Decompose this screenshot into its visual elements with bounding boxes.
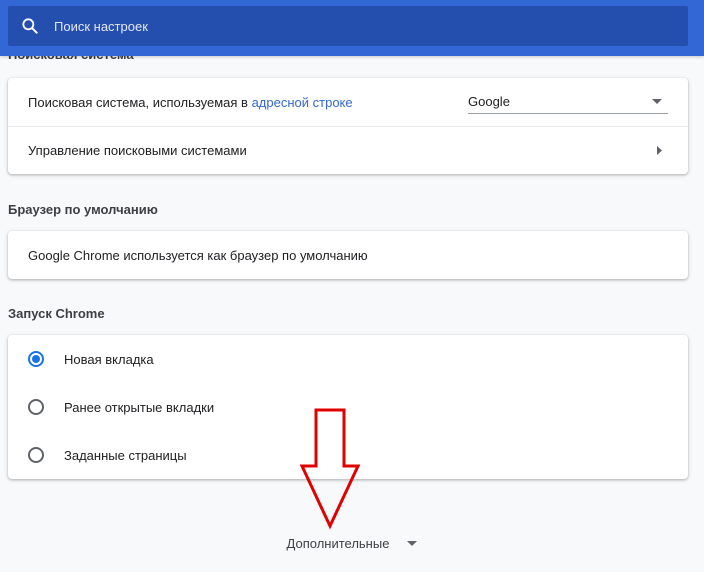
manage-search-engines-label: Управление поисковыми системами [28, 143, 247, 158]
startup-option-label: Заданные страницы [64, 447, 187, 463]
manage-search-engines-row[interactable]: Управление поисковыми системами [8, 126, 688, 174]
settings-header [0, 0, 704, 56]
search-box[interactable] [8, 6, 688, 46]
advanced-settings-label: Дополнительные [286, 535, 390, 551]
address-bar-link[interactable]: адресной строке [252, 95, 353, 110]
startup-option-new-tab[interactable]: Новая вкладка [8, 335, 688, 383]
search-engine-select-value: Google [468, 94, 510, 109]
search-engine-card: Поисковая система, используемая в адресн… [8, 78, 688, 174]
section-title-default-browser: Браузер по умолчанию [8, 202, 158, 217]
radio-new-tab[interactable] [28, 351, 44, 367]
search-engine-row: Поисковая система, используемая в адресн… [8, 78, 688, 126]
default-browser-row: Google Chrome используется как браузер п… [8, 231, 688, 279]
startup-option-label: Ранее открытые вкладки [64, 399, 215, 415]
default-browser-status: Google Chrome используется как браузер п… [28, 247, 368, 263]
search-icon [22, 18, 38, 34]
default-browser-card: Google Chrome используется как браузер п… [8, 231, 688, 279]
search-engine-label: Поисковая система, используемая в адресн… [28, 94, 353, 110]
advanced-settings-button[interactable]: Дополнительные [0, 533, 704, 553]
triangle-down-icon [407, 540, 418, 546]
chevron-right-icon [657, 146, 662, 155]
radio-restore-tabs[interactable] [28, 399, 44, 415]
search-engine-select[interactable]: Google [468, 90, 668, 114]
section-title-startup: Запуск Chrome [8, 306, 105, 321]
search-input[interactable] [54, 18, 614, 34]
startup-option-label: Новая вкладка [64, 351, 154, 367]
down-arrow-annotation [300, 408, 361, 530]
radio-specific-pages[interactable] [28, 447, 44, 463]
triangle-down-icon [652, 99, 662, 104]
